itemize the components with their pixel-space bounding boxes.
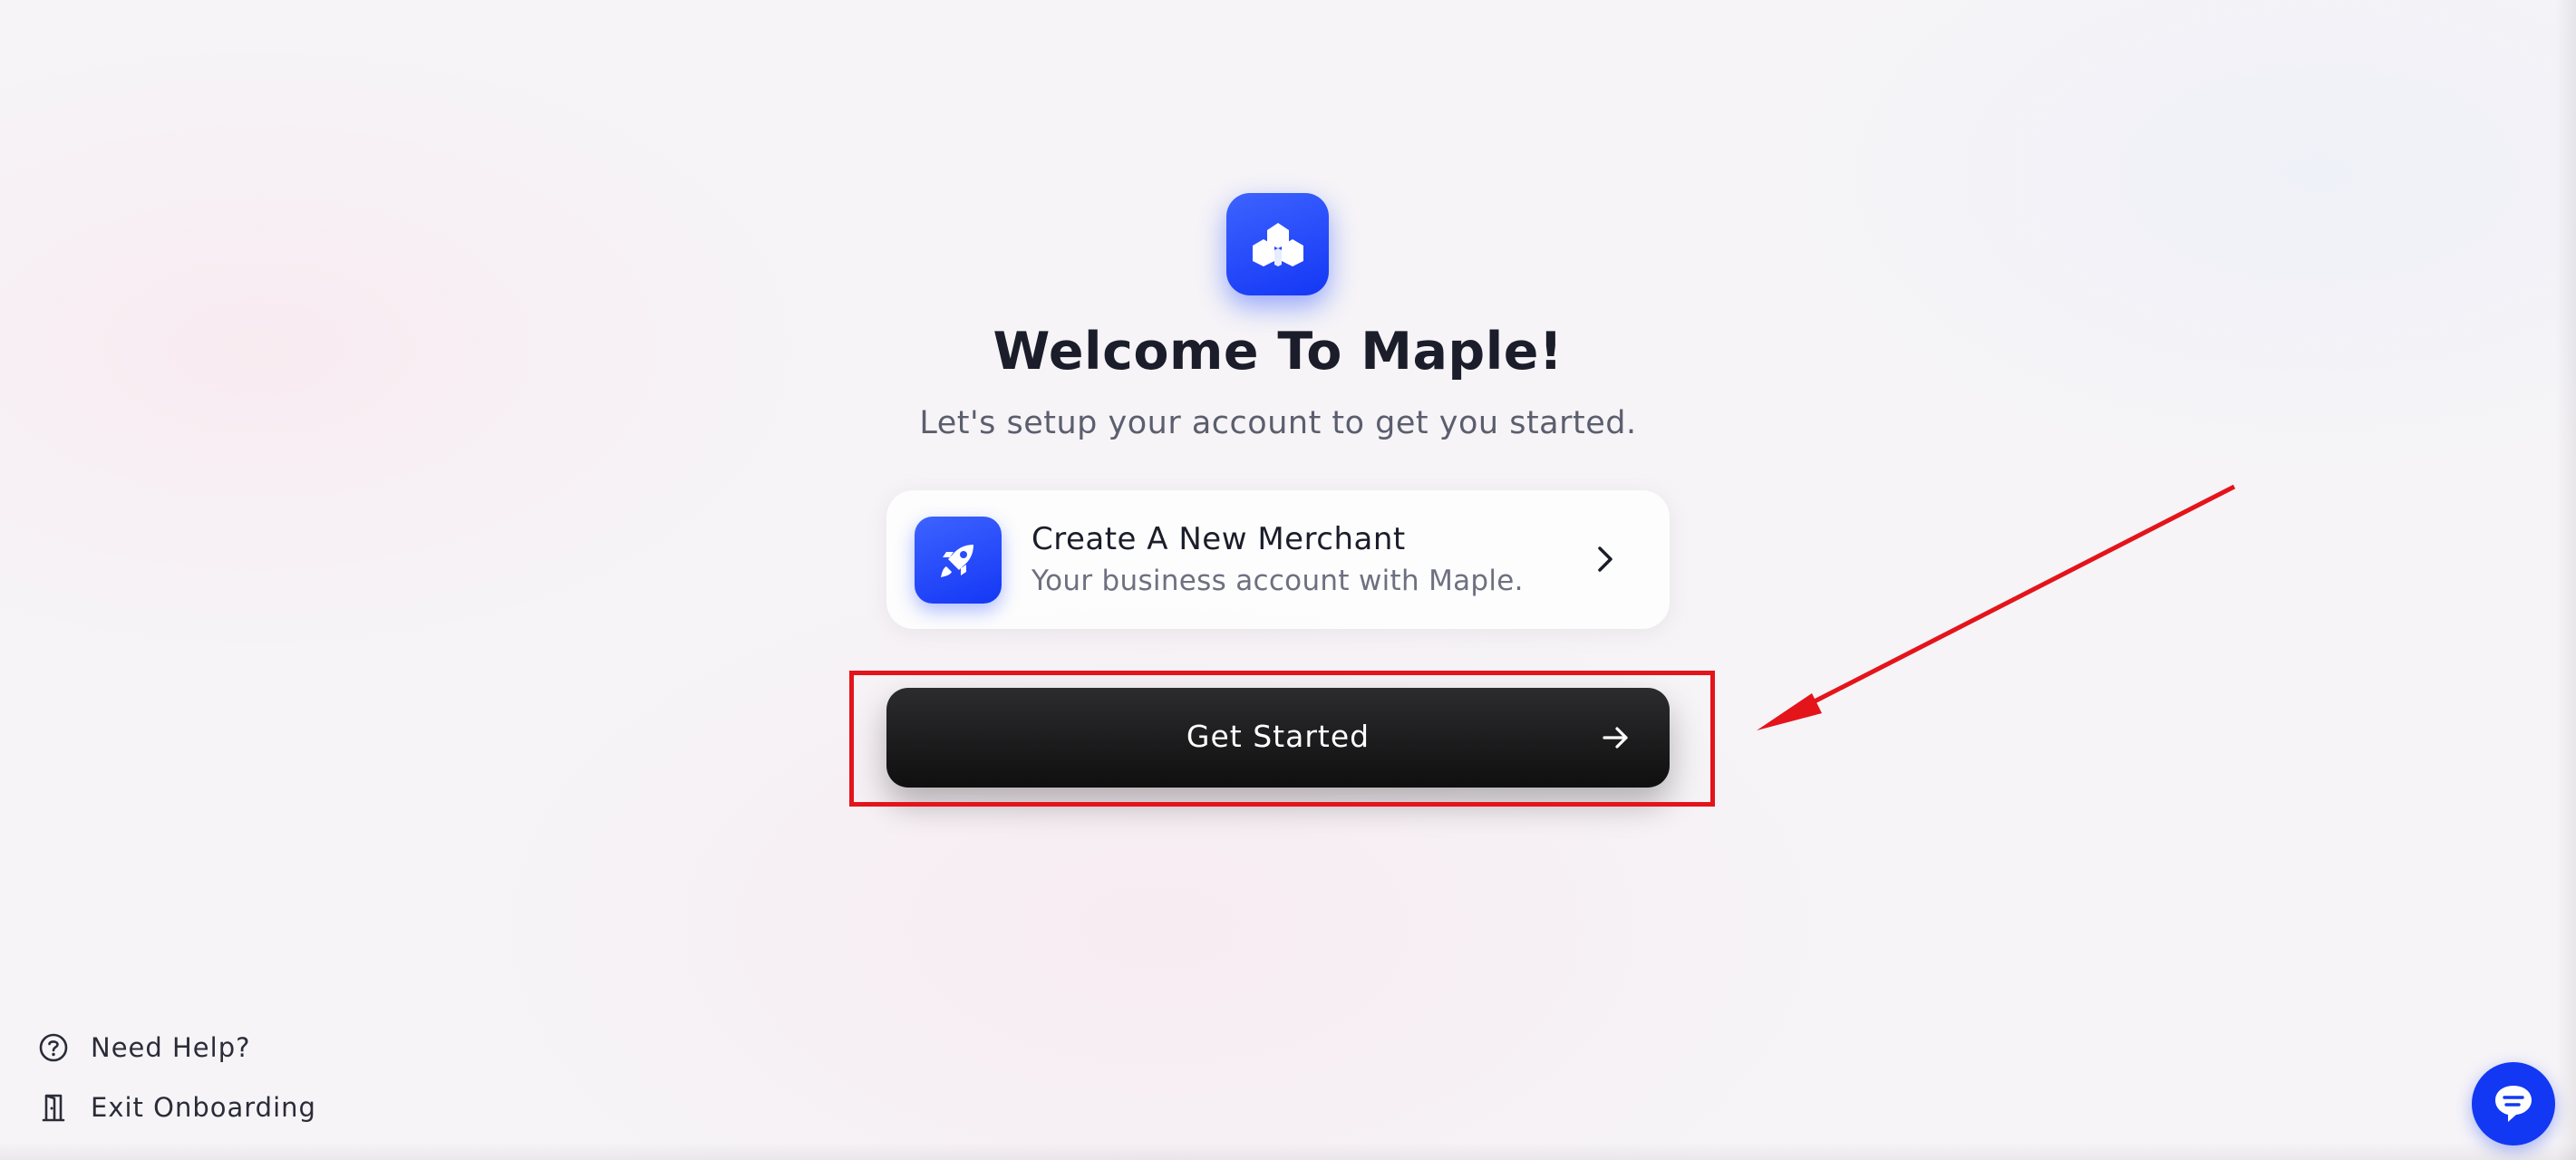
question-circle-icon [39, 1033, 68, 1062]
merchant-icon-tile [915, 517, 1002, 604]
exit-onboarding-link[interactable]: Exit Onboarding [36, 1089, 316, 1126]
chevron-right-icon [1598, 546, 1612, 572]
exit-onboarding-label: Exit Onboarding [91, 1092, 316, 1123]
merchant-option-title: Create A New Merchant [1031, 521, 1406, 557]
need-help-link[interactable]: Need Help? [36, 1030, 251, 1066]
annotation-highlight-box [849, 671, 1715, 807]
merchant-option-description: Your business account with Maple. [1031, 565, 1524, 597]
app-logo [1226, 193, 1329, 295]
maple-leaf-cubes-icon [1252, 222, 1303, 266]
door-exit-icon [42, 1094, 65, 1122]
rocket-icon [941, 545, 973, 577]
chat-bubble-icon [2495, 1086, 2532, 1122]
page-edge-shadow-right [2556, 0, 2576, 1160]
page-subtitle: Let's setup your account to get you star… [919, 405, 1637, 441]
need-help-label: Need Help? [91, 1032, 251, 1063]
chat-launcher-button[interactable] [2472, 1062, 2555, 1146]
page-edge-shadow-bottom [0, 1142, 2576, 1160]
create-merchant-option[interactable]: Create A New Merchant Your business acco… [886, 490, 1670, 629]
page-title: Welcome To Maple! [993, 322, 1564, 382]
